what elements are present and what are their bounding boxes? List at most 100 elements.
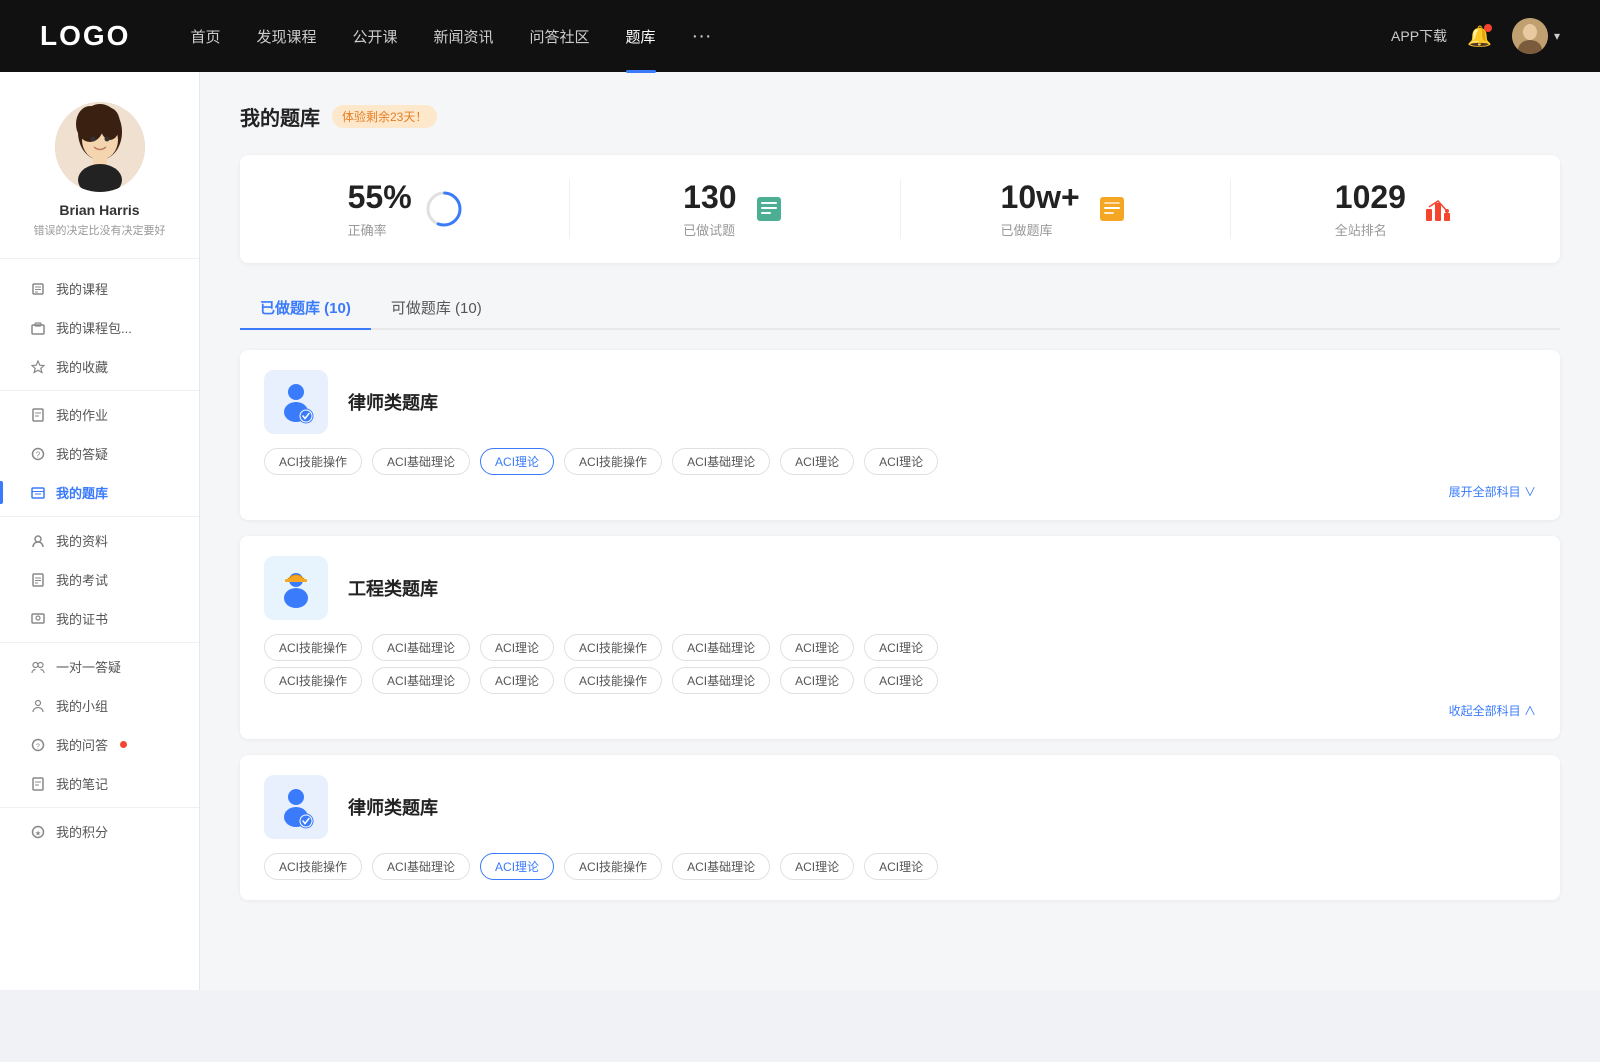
- law2-tag-6[interactable]: ACI理论: [864, 853, 938, 880]
- law2-tag-1[interactable]: ACI基础理论: [372, 853, 470, 880]
- eng-tag-r1-0[interactable]: ACI技能操作: [264, 634, 362, 661]
- page-header: 我的题库 体验剩余23天！: [240, 102, 1560, 131]
- separator-2: [0, 516, 199, 517]
- sidebar-item-profile[interactable]: 我的资料: [0, 521, 199, 560]
- sidebar-label-note: 我的笔记: [56, 774, 108, 793]
- separator-1: [0, 390, 199, 391]
- svg-text:?: ?: [36, 450, 41, 459]
- question-icon: ?: [30, 737, 46, 753]
- nav-links: 首页 发现课程 公开课 新闻资讯 问答社区 题库 ···: [190, 25, 1391, 48]
- sidebar-item-homework[interactable]: 我的作业: [0, 395, 199, 434]
- sidebar-item-package[interactable]: 我的课程包...: [0, 308, 199, 347]
- done-icon: [751, 191, 787, 227]
- qbank-card-lawyer-2: 律师类题库 ACI技能操作 ACI基础理论 ACI理论 ACI技能操作 ACI基…: [240, 755, 1560, 900]
- sidebar-item-exam[interactable]: 我的考试: [0, 560, 199, 599]
- law2-tag-3[interactable]: ACI技能操作: [564, 853, 662, 880]
- eng-tag-r1-3[interactable]: ACI技能操作: [564, 634, 662, 661]
- sidebar-item-qa[interactable]: ? 我的答疑: [0, 434, 199, 473]
- stat-done-value: 130: [683, 179, 736, 216]
- qbank-tags-lawyer-2: ACI技能操作 ACI基础理论 ACI理论 ACI技能操作 ACI基础理论 AC…: [264, 853, 1536, 880]
- eng-tag-r1-6[interactable]: ACI理论: [864, 634, 938, 661]
- sidebar-item-cert[interactable]: 我的证书: [0, 599, 199, 638]
- eng-tag-r2-1[interactable]: ACI基础理论: [372, 667, 470, 694]
- nav-discover[interactable]: 发现课程: [256, 26, 316, 47]
- nav-more-dots[interactable]: ···: [692, 25, 712, 48]
- package-icon: [30, 320, 46, 336]
- svg-text:★: ★: [35, 829, 41, 837]
- stat-bank-done-text: 10w+ 已做题库: [1001, 179, 1080, 239]
- law2-tag-0[interactable]: ACI技能操作: [264, 853, 362, 880]
- collapse-button[interactable]: 收起全部科目 ∧: [264, 702, 1536, 719]
- sidebar-label-qa: 我的答疑: [56, 444, 108, 463]
- tabs-row: 已做题库 (10) 可做题库 (10): [240, 287, 1560, 330]
- sidebar-item-course[interactable]: 我的课程: [0, 269, 199, 308]
- user-menu[interactable]: ▾: [1512, 18, 1560, 54]
- notification-bell[interactable]: 🔔: [1467, 24, 1492, 49]
- navbar-avatar: [1512, 18, 1548, 54]
- eng-tag-r2-4[interactable]: ACI基础理论: [672, 667, 770, 694]
- app-download-button[interactable]: APP下载: [1391, 26, 1447, 46]
- stat-accuracy-value: 55%: [348, 179, 412, 216]
- law2-tag-2[interactable]: ACI理论: [480, 853, 554, 880]
- sidebar-label-one-on-one: 一对一答疑: [56, 657, 121, 676]
- navbar: LOGO 首页 发现课程 公开课 新闻资讯 问答社区 题库 ··· APP下载 …: [0, 0, 1600, 72]
- page-title: 我的题库: [240, 102, 320, 131]
- accuracy-icon: [426, 191, 462, 227]
- qbank-tags-row1-engineer: ACI技能操作 ACI基础理论 ACI理论 ACI技能操作 ACI基础理论 AC…: [264, 634, 1536, 661]
- eng-tag-r2-0[interactable]: ACI技能操作: [264, 667, 362, 694]
- tag-5[interactable]: ACI理论: [780, 448, 854, 475]
- sidebar-item-points[interactable]: ★ 我的积分: [0, 812, 199, 851]
- nav-bank[interactable]: 题库: [626, 26, 656, 47]
- stats-bar: 55% 正确率 130 已做试题: [240, 155, 1560, 263]
- nav-news[interactable]: 新闻资讯: [434, 26, 494, 47]
- notification-dot: [1484, 24, 1492, 32]
- stat-rank-text: 1029 全站排名: [1335, 179, 1406, 239]
- eng-tag-r2-3[interactable]: ACI技能操作: [564, 667, 662, 694]
- law2-tag-4[interactable]: ACI基础理论: [672, 853, 770, 880]
- sidebar-item-one-on-one[interactable]: 一对一答疑: [0, 647, 199, 686]
- stat-bank-done-label: 已做题库: [1001, 220, 1080, 239]
- sidebar-item-note[interactable]: 我的笔记: [0, 764, 199, 803]
- sidebar-item-question[interactable]: ? 我的问答: [0, 725, 199, 764]
- tag-6[interactable]: ACI理论: [864, 448, 938, 475]
- nav-qa[interactable]: 问答社区: [530, 26, 590, 47]
- stat-rank: 1029 全站排名: [1231, 179, 1560, 239]
- logo: LOGO: [40, 20, 130, 52]
- sidebar-username: Brian Harris: [59, 202, 139, 218]
- law2-tag-5[interactable]: ACI理论: [780, 853, 854, 880]
- eng-tag-r2-2[interactable]: ACI理论: [480, 667, 554, 694]
- eng-tag-r2-6[interactable]: ACI理论: [864, 667, 938, 694]
- eng-tag-r1-2[interactable]: ACI理论: [480, 634, 554, 661]
- tag-1[interactable]: ACI基础理论: [372, 448, 470, 475]
- eng-tag-r1-5[interactable]: ACI理论: [780, 634, 854, 661]
- sidebar-label-package: 我的课程包...: [56, 318, 132, 337]
- points-icon: ★: [30, 824, 46, 840]
- sidebar-label-homework: 我的作业: [56, 405, 108, 424]
- tag-3[interactable]: ACI技能操作: [564, 448, 662, 475]
- tag-0[interactable]: ACI技能操作: [264, 448, 362, 475]
- tag-4[interactable]: ACI基础理论: [672, 448, 770, 475]
- svg-text:?: ?: [36, 743, 40, 750]
- nav-opencourse[interactable]: 公开课: [352, 26, 397, 47]
- sidebar-item-favorite[interactable]: 我的收藏: [0, 347, 199, 386]
- sidebar-label-course: 我的课程: [56, 279, 108, 298]
- nav-home[interactable]: 首页: [190, 26, 220, 47]
- stat-accuracy-text: 55% 正确率: [348, 179, 412, 239]
- eng-tag-r2-5[interactable]: ACI理论: [780, 667, 854, 694]
- stat-accuracy-label: 正确率: [348, 220, 412, 239]
- tab-done[interactable]: 已做题库 (10): [240, 287, 371, 328]
- expand-button-1[interactable]: 展开全部科目 ∨: [264, 483, 1536, 500]
- chevron-down-icon: ▾: [1554, 29, 1560, 43]
- tag-2[interactable]: ACI理论: [480, 448, 554, 475]
- homework-icon: [30, 407, 46, 423]
- sidebar-label-profile: 我的资料: [56, 531, 108, 550]
- tab-available[interactable]: 可做题库 (10): [371, 287, 502, 328]
- sidebar-label-favorite: 我的收藏: [56, 357, 108, 376]
- qbank-icon-lawyer-2: [264, 775, 328, 839]
- eng-tag-r1-1[interactable]: ACI基础理论: [372, 634, 470, 661]
- eng-tag-r1-4[interactable]: ACI基础理论: [672, 634, 770, 661]
- sidebar-item-group[interactable]: 我的小组: [0, 686, 199, 725]
- stat-accuracy: 55% 正确率: [240, 179, 570, 239]
- sidebar-item-bank[interactable]: 我的题库: [0, 473, 199, 512]
- qbank-card-lawyer-1: 律师类题库 ACI技能操作 ACI基础理论 ACI理论 ACI技能操作 ACI基…: [240, 350, 1560, 520]
